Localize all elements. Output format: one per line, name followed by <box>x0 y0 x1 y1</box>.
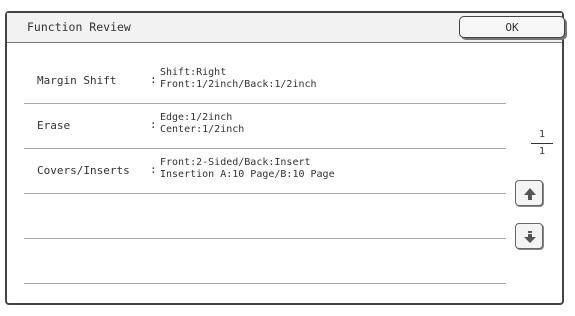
list-item-empty <box>24 194 506 239</box>
item-value: Front:2-Sided/Back:Insert <box>160 157 311 168</box>
page-divider <box>531 143 553 144</box>
item-value: Edge:1/2inch <box>160 112 233 123</box>
item-values: Shift:Right Front:1/2inch/Back:1/2inch <box>160 67 317 91</box>
current-page: 1 <box>538 129 546 140</box>
arrow-down-icon <box>524 231 536 243</box>
separator-colon: : <box>150 163 157 176</box>
scroll-down-button[interactable] <box>515 223 543 249</box>
separator-colon: : <box>150 73 157 86</box>
total-pages: 1 <box>538 146 546 157</box>
item-name: Margin Shift <box>37 74 117 87</box>
arrow-up-icon <box>524 188 536 200</box>
function-list: Margin Shift : Shift:Right Front:1/2inch… <box>24 59 506 284</box>
page-indicator: 1 1 <box>527 128 557 159</box>
separator-colon: : <box>150 118 157 131</box>
scroll-up-button[interactable] <box>515 180 543 206</box>
item-name: Erase <box>37 119 71 132</box>
list-item[interactable]: Covers/Inserts : Front:2-Sided/Back:Inse… <box>24 149 506 194</box>
function-review-dialog: Function Review OK Margin Shift : Shift:… <box>5 11 565 305</box>
item-value: Front:1/2inch/Back:1/2inch <box>160 79 317 90</box>
item-value: Center:1/2inch <box>160 124 245 135</box>
list-item-empty <box>24 239 506 284</box>
item-value: Shift:Right <box>160 67 227 78</box>
item-values: Edge:1/2inch Center:1/2inch <box>160 112 244 136</box>
list-item[interactable]: Margin Shift : Shift:Right Front:1/2inch… <box>24 59 506 104</box>
dialog-title: Function Review <box>27 20 131 34</box>
item-value: Insertion A:10 Page/B:10 Page <box>160 169 335 180</box>
item-name: Covers/Inserts <box>37 164 130 177</box>
list-item[interactable]: Erase : Edge:1/2inch Center:1/2inch <box>24 104 506 149</box>
ok-button[interactable]: OK <box>459 16 565 38</box>
item-values: Front:2-Sided/Back:Insert Insertion A:10… <box>160 157 335 181</box>
